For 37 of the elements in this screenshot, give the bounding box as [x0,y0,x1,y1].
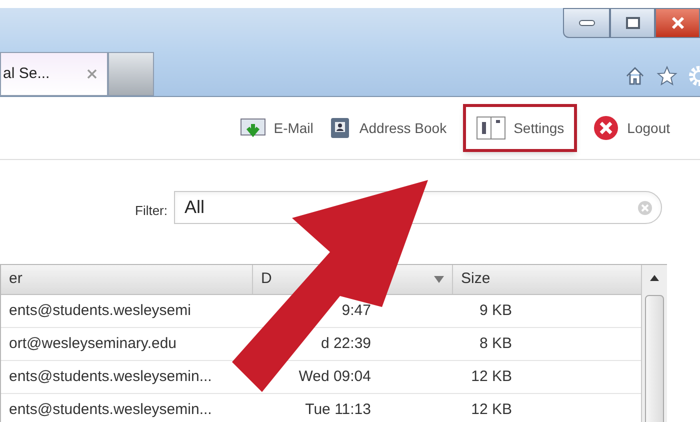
star-icon[interactable] [656,65,678,87]
home-icon[interactable] [624,65,646,87]
table-cell-text: 12 KB [470,400,512,420]
table-cell-text: 9:47 [340,300,371,321]
logout-icon [593,115,620,141]
table-cell-text: d 22:39 [320,334,371,354]
filter-label: Filter: [135,202,168,220]
table-cell-text: 12 KB [470,366,512,387]
settings-icon [476,116,506,140]
table-cell-text: Tue 11:13 [304,400,371,420]
close-icon [670,16,684,30]
toolbar-button[interactable]: Address Book [329,104,447,152]
toolbar-button[interactable]: Logout [593,104,670,152]
table-cell-text: ents@students.wesleysemin... [8,400,213,420]
column-header[interactable]: er [9,268,22,291]
table-cell-text: ents@students.wesleysemi [8,300,192,321]
table-cell-text: 8 KB [478,334,512,354]
close-button[interactable] [655,8,700,38]
browser-tab[interactable] [108,52,154,96]
maximize-button[interactable] [610,8,655,38]
column-header[interactable]: D [261,268,272,291]
toolbar-button[interactable]: Settings [462,104,578,152]
minimize-button[interactable] [563,8,610,38]
table-cell-text: 9 KB [478,300,512,321]
toolbar-button[interactable]: E-Mail [240,104,314,152]
column-header[interactable]: Size [461,268,490,291]
sort-arrow-icon[interactable] [434,276,444,283]
browser-tab[interactable]: al Se... [0,52,108,96]
scroll-up-icon[interactable] [650,275,659,281]
table-cell-text: ort@wesleyseminary.edu [8,334,178,354]
scrollbar[interactable] [641,265,667,422]
close-icon[interactable] [87,69,97,79]
mail-icon [240,116,266,140]
table-cell-text: Wed 09:04 [298,366,371,387]
address-book-icon [329,116,352,140]
scrollbar-thumb[interactable] [645,295,664,422]
table-cell-text: ents@students.wesleysemin... [8,366,213,387]
